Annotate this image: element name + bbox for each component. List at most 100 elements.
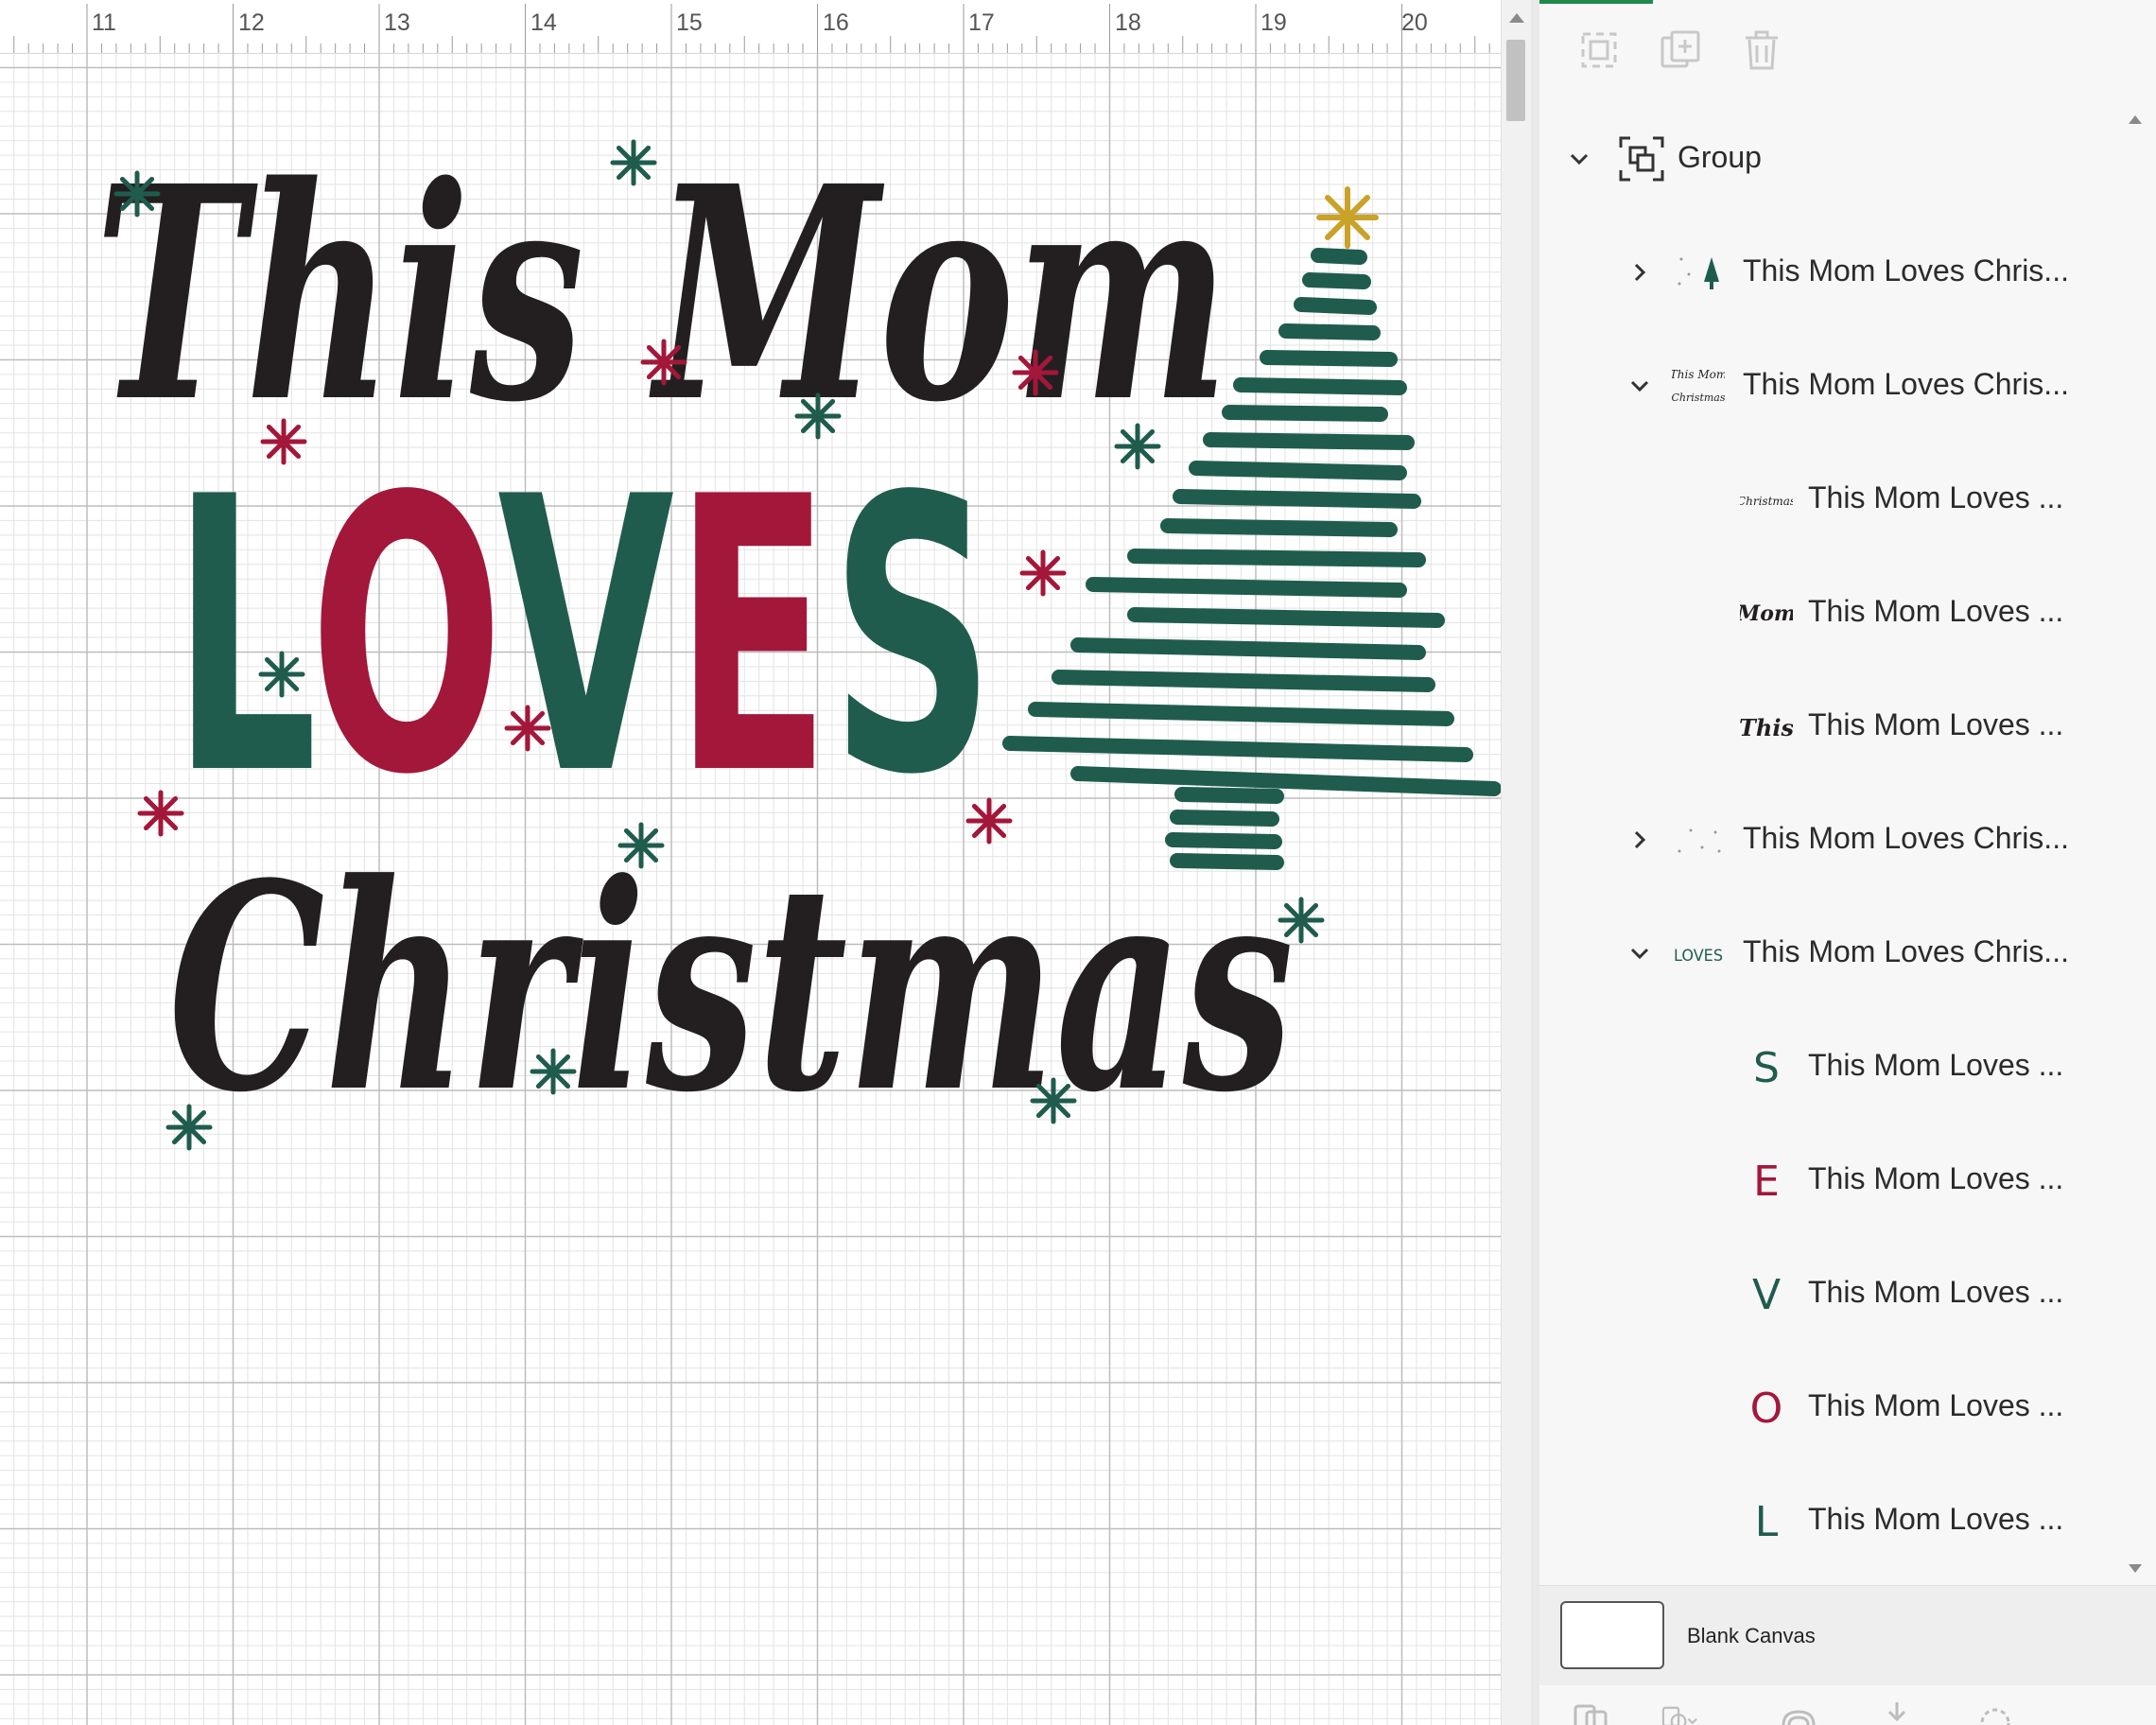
snowflake-icon [1030, 1077, 1077, 1124]
scroll-down-arrow-icon[interactable] [2129, 1564, 2142, 1573]
blank-canvas-row[interactable]: Blank Canvas [1539, 1585, 2156, 1686]
active-tab-indicator [1539, 0, 1653, 4]
ruler-label-14: 14 [530, 9, 557, 36]
layer-label: This Mom Loves Chris... [1743, 367, 2069, 401]
design-canvas[interactable]: 11 12 13 14 15 16 17 18 19 20 This Mom L… [0, 0, 1501, 1725]
layer-label: This Mom Loves ... [1808, 1048, 2064, 1082]
ungroup-icon[interactable] [1577, 28, 1621, 72]
christmas-thumb-text: Christmas [1740, 495, 1793, 508]
loves-letter: V [497, 418, 676, 858]
scroll-up-arrow-icon[interactable] [1509, 13, 1524, 23]
horizontal-ruler: 11 12 13 14 15 16 17 18 19 20 [0, 0, 1501, 54]
layer-label: This Mom Loves ... [1808, 1275, 2064, 1309]
combine-icon[interactable] [1660, 1699, 1702, 1725]
letter-l-thumb-text: L [1755, 1498, 1779, 1546]
layers-bottom-toolbar [1539, 1685, 2156, 1725]
delete-icon[interactable] [1740, 28, 1783, 72]
layer-row[interactable]: S This Mom Loves ... [1539, 1010, 2116, 1124]
chevron-down-icon[interactable] [1628, 942, 1651, 965]
ruler-label-15: 15 [676, 9, 703, 36]
loves-letter: E [674, 418, 830, 858]
slice-icon[interactable] [1572, 1699, 1613, 1725]
layer-label: This Mom Loves ... [1808, 480, 2064, 514]
svg-text:Christmas: Christmas [1672, 392, 1725, 404]
snowflake-icon [165, 1104, 213, 1151]
ruler-label-17: 17 [968, 9, 995, 36]
letter-s-thumb-icon: S [1753, 1044, 1780, 1092]
mom-thumb-icon: Mom [1740, 601, 1793, 626]
group-icon [1619, 136, 1664, 182]
this-thumb-icon: This [1740, 714, 1793, 741]
layer-row[interactable]: This Mom Loves Chris... [1539, 783, 2116, 897]
ruler-label-18: 18 [1115, 9, 1141, 36]
layer-row[interactable]: Christmas This Mom Loves ... [1539, 443, 2116, 556]
snowflake-icon [965, 797, 1013, 845]
layers-scrollbar[interactable] [2116, 102, 2156, 1585]
ruler-label-16: 16 [823, 9, 849, 36]
panel-divider [1531, 0, 1539, 1725]
layer-label: This Mom Loves ... [1808, 594, 2064, 628]
layer-row[interactable]: O This Mom Loves ... [1539, 1350, 2116, 1464]
loves-letter: S [830, 418, 995, 858]
layer-row[interactable]: This This Mom Loves ... [1539, 670, 2116, 783]
blank-canvas-swatch[interactable] [1560, 1601, 1664, 1669]
snowflake-icon [530, 1048, 577, 1095]
letter-e-thumb-icon: E [1753, 1158, 1780, 1206]
letter-l-thumb-icon: L [1755, 1498, 1779, 1546]
snowflake-icon [1012, 349, 1059, 396]
layer-label: This Mom Loves Chris... [1743, 934, 2069, 968]
chevron-right-icon[interactable] [1628, 828, 1651, 851]
this-mom-text[interactable]: This Mom [95, 123, 1229, 467]
loves-thumb-icon: LOVES [1674, 947, 1723, 966]
loves-thumb-text: LOVES [1674, 947, 1723, 966]
layer-row[interactable]: LOVES This Mom Loves Chris... [1539, 897, 2116, 1010]
ruler-label-19: 19 [1261, 9, 1287, 36]
loves-text[interactable]: LOVES [172, 418, 995, 858]
snowflake-icon [640, 339, 687, 386]
scrollbar-thumb[interactable] [1506, 40, 1525, 121]
christmas-thumb-icon: Christmas [1740, 495, 1793, 508]
layers-list: Group This Mom Loves Chris... This Mom C… [1539, 102, 2116, 1585]
attach-icon[interactable] [1778, 1699, 1819, 1725]
layer-row[interactable]: V This Mom Loves ... [1539, 1237, 2116, 1350]
letter-e-thumb-text: E [1753, 1158, 1780, 1206]
loves-letter: L [172, 418, 315, 858]
snowflake-icon [504, 705, 551, 752]
layer-row[interactable]: L This Mom Loves ... [1539, 1464, 2116, 1577]
design-artwork[interactable]: This Mom LOVES Christmas [0, 53, 1501, 1725]
chevron-right-icon[interactable] [1628, 261, 1651, 284]
layer-row[interactable]: E This Mom Loves ... [1539, 1124, 2116, 1237]
this-thumb-text: This [1740, 714, 1793, 741]
layer-row[interactable]: This Mom Loves Chris... [1539, 216, 2116, 329]
layer-group-row[interactable]: Group [1539, 102, 2116, 216]
snowflake-icon [1278, 897, 1325, 944]
layer-row[interactable]: Mom This Mom Loves ... [1539, 556, 2116, 670]
snowflake-icon [1114, 423, 1161, 470]
layer-label: This Mom Loves ... [1808, 707, 2064, 741]
christmas-text[interactable]: Christmas [168, 821, 1294, 1155]
scroll-up-arrow-icon[interactable] [2129, 115, 2142, 124]
canvas-vertical-scrollbar[interactable] [1501, 0, 1532, 1725]
contour-icon[interactable] [1974, 1699, 2016, 1725]
layers-panel: Group This Mom Loves Chris... This Mom C… [1539, 0, 2156, 1725]
duplicate-icon[interactable] [1659, 28, 1702, 72]
layer-label: This Mom Loves ... [1808, 1388, 2064, 1422]
blank-canvas-label: Blank Canvas [1687, 1624, 1816, 1647]
layer-label: This Mom Loves ... [1808, 1161, 2064, 1195]
layers-toolbar [1539, 0, 2156, 103]
chevron-down-icon[interactable] [1568, 148, 1591, 170]
letter-v-thumb-text: V [1752, 1271, 1781, 1319]
chevron-down-icon[interactable] [1628, 375, 1651, 397]
ruler-label-11: 11 [92, 9, 116, 36]
snowflake-icon [260, 418, 307, 465]
flatten-icon[interactable] [1876, 1699, 1918, 1725]
layer-row[interactable]: This Mom Christmas This Mom Loves Chris.… [1539, 329, 2116, 443]
snowflake-icon [617, 822, 665, 869]
layer-label: This Mom Loves ... [1808, 1502, 2064, 1536]
ruler-label-20: 20 [1401, 9, 1428, 36]
ruler-label-12: 12 [238, 9, 265, 36]
layer-label: This Mom Loves Chris... [1743, 821, 2069, 855]
words-thumb-icon: This Mom Christmas [1672, 368, 1725, 404]
loves-letters[interactable]: LOVES [172, 418, 995, 858]
snowflake-icon [610, 139, 657, 186]
